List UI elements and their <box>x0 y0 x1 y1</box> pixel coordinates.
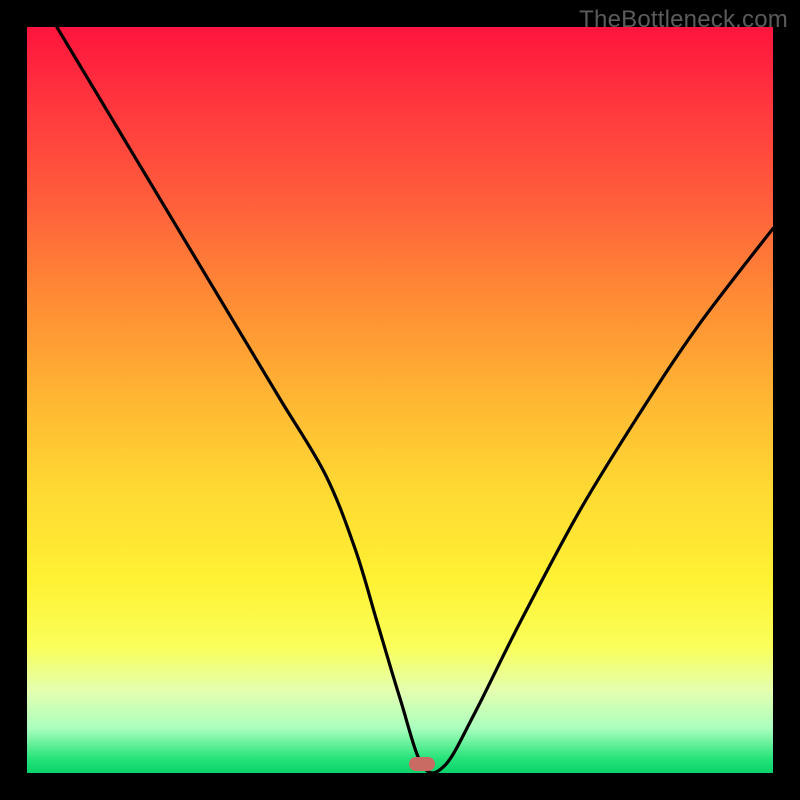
watermark-text: TheBottleneck.com <box>579 6 788 34</box>
optimum-marker <box>409 757 435 771</box>
plot-area <box>27 27 773 773</box>
bottleneck-curve <box>27 27 773 773</box>
chart-frame: TheBottleneck.com <box>0 0 800 800</box>
